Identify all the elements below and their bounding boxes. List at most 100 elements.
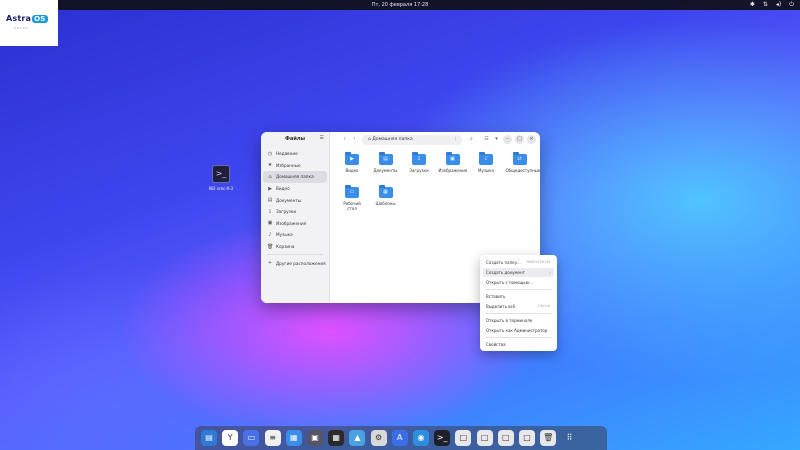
notes-icon[interactable]: ≡: [264, 430, 281, 446]
sidebar-item-label: Изображения: [276, 220, 307, 226]
folder-icon: ▤: [378, 152, 393, 165]
minimize-icon[interactable]: –: [503, 135, 512, 144]
folder-item[interactable]: ⇩ Загрузки: [405, 152, 433, 173]
sidebar-item[interactable]: ♪ Музыка: [263, 229, 327, 241]
network-icon[interactable]: ⇅: [763, 0, 768, 10]
view-options-icon[interactable]: ☷: [482, 135, 491, 144]
context-menu-item-label: Открыть в терминале: [486, 318, 533, 323]
folder-label: Рабочий стол: [343, 201, 361, 211]
sidebar-item-other-locations[interactable]: + Другие расположения: [263, 257, 327, 269]
download-icon: ⇩: [416, 156, 422, 162]
sidebar-item[interactable]: ▣ Изображения: [263, 218, 327, 230]
top-bar: Пт, 20 февраля 17:28 ✱ ⇅ ◂) ⏻: [0, 0, 800, 10]
sidebar-item[interactable]: ◷ Недавние: [263, 148, 327, 160]
volume-icon[interactable]: ◂): [776, 0, 781, 10]
folder-item[interactable]: ▶ Видео: [338, 152, 366, 173]
folder-item[interactable]: ⇄ Общедоступные: [506, 152, 540, 173]
accessibility-icon[interactable]: ✱: [750, 0, 755, 10]
context-menu-item[interactable]: Открыть в терминале: [483, 316, 554, 325]
video-icon: ▶: [350, 156, 354, 162]
context-menu-item[interactable]: Создать папку... Shift+Ctrl+N: [483, 258, 554, 267]
hamburger-menu-icon[interactable]: ☰: [320, 135, 324, 141]
chevron-right-icon: ›: [549, 270, 551, 275]
sidebar-item-label: Недавние: [276, 151, 298, 157]
browser-icon[interactable]: ▦: [285, 430, 302, 446]
sidebar-item[interactable]: ⇩ Загрузки: [263, 206, 327, 218]
sidebar-item-label: Избранные: [276, 162, 301, 168]
context-menu-item-label: Выделить всё: [486, 304, 516, 309]
download-icon: ⇩: [267, 208, 273, 215]
sidebar: Файлы ☰ ◷ Недавние ★ Избранные ⌂ Домашняя пап…: [261, 132, 330, 303]
folder-label: Загрузки: [409, 168, 429, 173]
context-menu-item-label: Открыть как Администратор: [486, 328, 548, 333]
folder-label: Изображения: [438, 168, 468, 173]
app-icon[interactable]: □: [455, 430, 472, 446]
back-icon[interactable]: ‹: [340, 135, 349, 144]
sidebar-item[interactable]: ⌂ Домашняя папка: [263, 171, 327, 183]
folder-item[interactable]: ▣ Изображения: [438, 152, 468, 173]
context-menu-item[interactable]: Свойства: [483, 340, 554, 349]
photos-icon[interactable]: ▲: [349, 430, 366, 446]
file-manager-icon[interactable]: ▤: [201, 430, 217, 446]
image-icon: ▣: [450, 156, 455, 162]
maximize-icon[interactable]: □: [515, 135, 524, 144]
app-store-icon[interactable]: A: [391, 430, 408, 446]
power-icon[interactable]: ⏻: [789, 0, 794, 10]
context-menu-item[interactable]: Выделить всё Ctrl+A: [483, 302, 554, 311]
web-browser-icon[interactable]: ◉: [413, 430, 429, 446]
plus-icon: +: [267, 260, 273, 267]
settings-icon[interactable]: ⚙: [370, 430, 387, 446]
context-menu-item-label: Создать документ: [486, 270, 525, 275]
view-toggle-icon[interactable]: ▾: [492, 135, 501, 144]
sidebar-item-label: Документы: [276, 197, 302, 203]
search-icon[interactable]: ⌕: [467, 135, 476, 144]
window-icon[interactable]: ▭: [243, 430, 260, 446]
forward-icon[interactable]: ›: [350, 135, 359, 144]
folder-icon: ⇩: [412, 152, 426, 165]
shortcut-hint: Ctrl+A: [538, 304, 550, 308]
terminal-file-icon: >_: [212, 165, 230, 183]
context-menu-divider: [486, 313, 551, 314]
logo-tagline: ASTRA: [14, 26, 29, 30]
desktop-file-label: Nl2 vmc-X-3: [208, 186, 234, 191]
folder-item[interactable]: ▭ Рабочий стол: [338, 185, 366, 211]
folder-label: Документы: [373, 168, 398, 173]
context-menu-item-label: Вставить: [486, 294, 506, 299]
more-icon[interactable]: ⋮: [454, 135, 459, 145]
folder-item[interactable]: ▦ Шаблоны: [372, 185, 400, 206]
context-menu-item-label: Открыть с помощью...: [486, 280, 533, 285]
desktop-icon: ▭: [349, 189, 355, 195]
app-icon[interactable]: □: [497, 430, 514, 446]
context-menu-item[interactable]: Открыть как Администратор: [483, 326, 554, 335]
calculator-icon[interactable]: ▦: [328, 430, 345, 446]
close-icon[interactable]: ×: [527, 135, 536, 144]
folder-item[interactable]: ♪ Музыка: [472, 152, 500, 173]
app-grid-icon[interactable]: ⠿: [561, 430, 577, 446]
shortcut-hint: Shift+Ctrl+N: [526, 260, 550, 264]
app-icon[interactable]: □: [519, 430, 535, 446]
folder-icon: ▭: [345, 185, 359, 198]
sidebar-item[interactable]: ▤ Документы: [263, 194, 327, 206]
context-menu-item[interactable]: Создать документ ›: [483, 268, 554, 277]
context-menu-item[interactable]: Вставить: [483, 292, 554, 301]
context-menu-item[interactable]: Открыть с помощью...: [483, 278, 554, 287]
app-icon[interactable]: □: [476, 430, 493, 446]
document-icon: ▤: [267, 197, 273, 204]
image-viewer-icon[interactable]: ▣: [307, 430, 323, 446]
desktop-file[interactable]: >_ Nl2 vmc-X-3: [205, 165, 237, 191]
folder-icon: ▣: [445, 152, 460, 165]
sidebar-item[interactable]: 🗑 Корзина: [263, 241, 327, 253]
folder-icon: ⇄: [512, 152, 527, 165]
sidebar-item-label: Домашняя папка: [276, 174, 314, 180]
sidebar-item[interactable]: ▶ Видео: [263, 183, 327, 195]
music-icon: ♪: [268, 231, 272, 238]
yandex-browser-icon[interactable]: Y: [222, 430, 239, 446]
sidebar-item[interactable]: ★ Избранные: [263, 160, 327, 172]
folder-item[interactable]: ▤ Документы: [372, 152, 400, 173]
context-menu: Создать папку... Shift+Ctrl+N Создать доку…: [480, 255, 557, 351]
folder-icon: ♪: [479, 152, 493, 165]
terminal-icon[interactable]: >_: [434, 430, 451, 446]
trash-icon[interactable]: 🗑: [540, 430, 557, 446]
clock[interactable]: Пт, 20 февраля 17:28: [0, 0, 800, 10]
path-bar[interactable]: ⌂ Домашняя папка ⋮: [362, 135, 462, 145]
